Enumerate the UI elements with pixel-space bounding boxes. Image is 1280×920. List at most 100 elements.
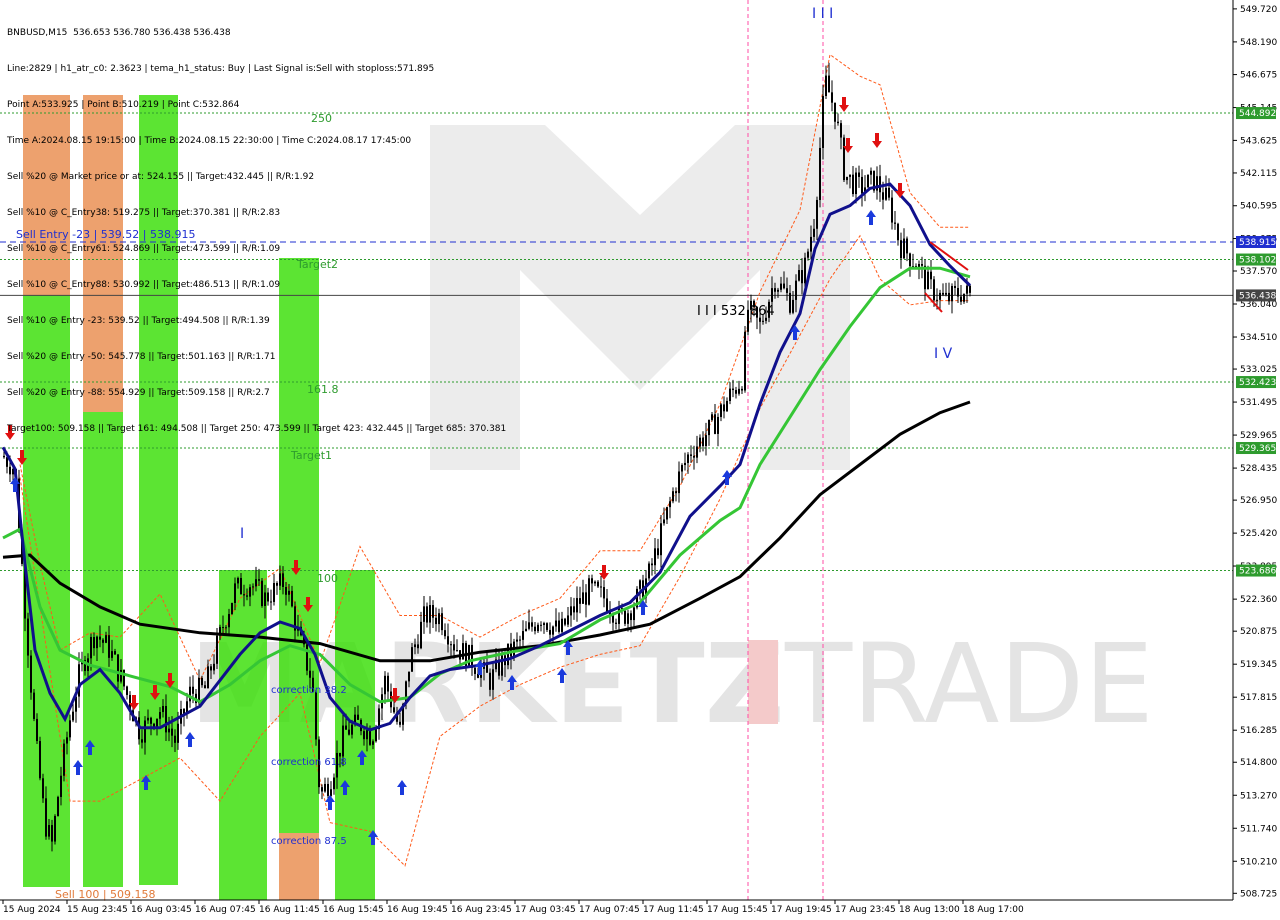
candle-body xyxy=(549,629,551,635)
candle-body xyxy=(267,592,269,602)
candle-body xyxy=(588,578,590,605)
candle-body xyxy=(54,815,56,842)
candle-body xyxy=(99,636,101,640)
candle-body xyxy=(798,270,800,281)
candle-body xyxy=(552,626,554,635)
candle-body xyxy=(882,192,884,200)
info-line-points: Point A:533.925 | Point B:510.219 | Poin… xyxy=(7,100,240,110)
candle-body xyxy=(678,471,680,494)
candle-body xyxy=(519,639,521,641)
candle-body xyxy=(717,416,719,434)
candle-body xyxy=(606,598,608,612)
candle-body xyxy=(843,137,845,181)
candle-body xyxy=(540,624,542,626)
zone-green-4 xyxy=(219,570,267,900)
candle-body xyxy=(951,285,953,302)
price-tick-label: 537.570 xyxy=(1240,267,1277,277)
candle-body xyxy=(861,176,863,194)
candle-body xyxy=(372,741,374,745)
price-tick-label: 534.510 xyxy=(1240,333,1277,343)
candle-body xyxy=(357,714,359,720)
candle-body xyxy=(633,607,635,621)
candle-body xyxy=(534,626,536,632)
candle-body xyxy=(306,644,308,671)
candle-body xyxy=(417,644,419,649)
candle-body xyxy=(324,783,326,792)
candle-body xyxy=(840,123,842,138)
candle-body xyxy=(516,639,518,642)
candle-body xyxy=(144,720,146,743)
candle-body xyxy=(441,613,443,631)
candle-body xyxy=(213,663,215,671)
candle-body xyxy=(216,635,218,664)
info-line-sell-c38: Sell %10 @ C_Entry38: 519.275 || Target:… xyxy=(7,208,281,218)
price-tick-label: 536.040 xyxy=(1240,300,1277,310)
info-line-sell-e23: Sell %10 @ Entry -23: 539.52 || Target:4… xyxy=(7,316,270,326)
candle-body xyxy=(810,236,812,252)
candle-body xyxy=(600,586,602,588)
candle-body xyxy=(603,587,605,599)
candle-body xyxy=(252,586,254,588)
candle-body xyxy=(648,563,650,579)
candle-body xyxy=(507,643,509,666)
candle-body xyxy=(9,466,11,475)
candle-body xyxy=(474,667,476,674)
candle-body xyxy=(420,621,422,649)
candle-body xyxy=(921,264,923,266)
candle-body xyxy=(807,251,809,258)
candle-body xyxy=(720,404,722,417)
candle-body xyxy=(591,578,593,584)
price-level-tag-label: 523.686 xyxy=(1239,567,1276,577)
candle-body xyxy=(438,613,440,625)
time-tick-label: 18 Aug 13:00 xyxy=(899,905,960,915)
candle-body xyxy=(315,691,317,740)
candle-body xyxy=(663,519,665,524)
candle-body xyxy=(954,285,956,288)
candle-body xyxy=(522,631,524,640)
candle-body xyxy=(729,388,731,401)
candle-body xyxy=(204,685,206,689)
price-tick-label: 531.495 xyxy=(1240,398,1277,408)
candle-body xyxy=(888,187,890,198)
price-tick-label: 546.675 xyxy=(1240,71,1277,81)
candle-body xyxy=(375,729,377,742)
candle-body xyxy=(408,671,410,682)
candle-body xyxy=(291,590,293,607)
candle-body xyxy=(171,728,173,736)
candle-body xyxy=(414,644,416,648)
candle-body xyxy=(537,624,539,632)
candle-body xyxy=(282,573,284,588)
candle-body xyxy=(687,454,689,463)
price-tick-label: 517.815 xyxy=(1240,693,1277,703)
candle-body xyxy=(174,735,176,743)
time-tick-label: 17 Aug 07:45 xyxy=(579,905,640,915)
candle-body xyxy=(288,590,290,595)
time-tick-label: 16 Aug 03:45 xyxy=(131,905,192,915)
candle-body xyxy=(27,618,29,656)
candle-body xyxy=(105,635,107,643)
candle-body xyxy=(894,222,896,224)
candle-body xyxy=(897,223,899,241)
candle-body xyxy=(468,644,470,668)
candle-body xyxy=(141,739,143,743)
time-tick-label: 15 Aug 2024 xyxy=(3,905,61,915)
candle-body xyxy=(63,743,65,776)
candle-body xyxy=(228,614,230,628)
candle-body xyxy=(774,288,776,292)
candle-body xyxy=(345,725,347,730)
candle-body xyxy=(567,615,569,625)
candle-body xyxy=(492,669,494,690)
candle-body xyxy=(471,644,473,668)
price-tick-label: 508.725 xyxy=(1240,889,1277,899)
price-level-tag-label: 536.438 xyxy=(1239,291,1276,301)
candle-body xyxy=(342,725,344,757)
candle-body xyxy=(426,606,428,623)
price-tick-label: 548.190 xyxy=(1240,38,1277,48)
candle-body xyxy=(942,292,944,295)
candle-body xyxy=(711,414,713,420)
candle-body xyxy=(321,787,323,792)
candle-body xyxy=(108,635,110,658)
candle-body xyxy=(276,583,278,586)
info-line-targets: Target100: 509.158 || Target 161: 494.50… xyxy=(7,424,507,434)
candle-body xyxy=(624,610,626,624)
